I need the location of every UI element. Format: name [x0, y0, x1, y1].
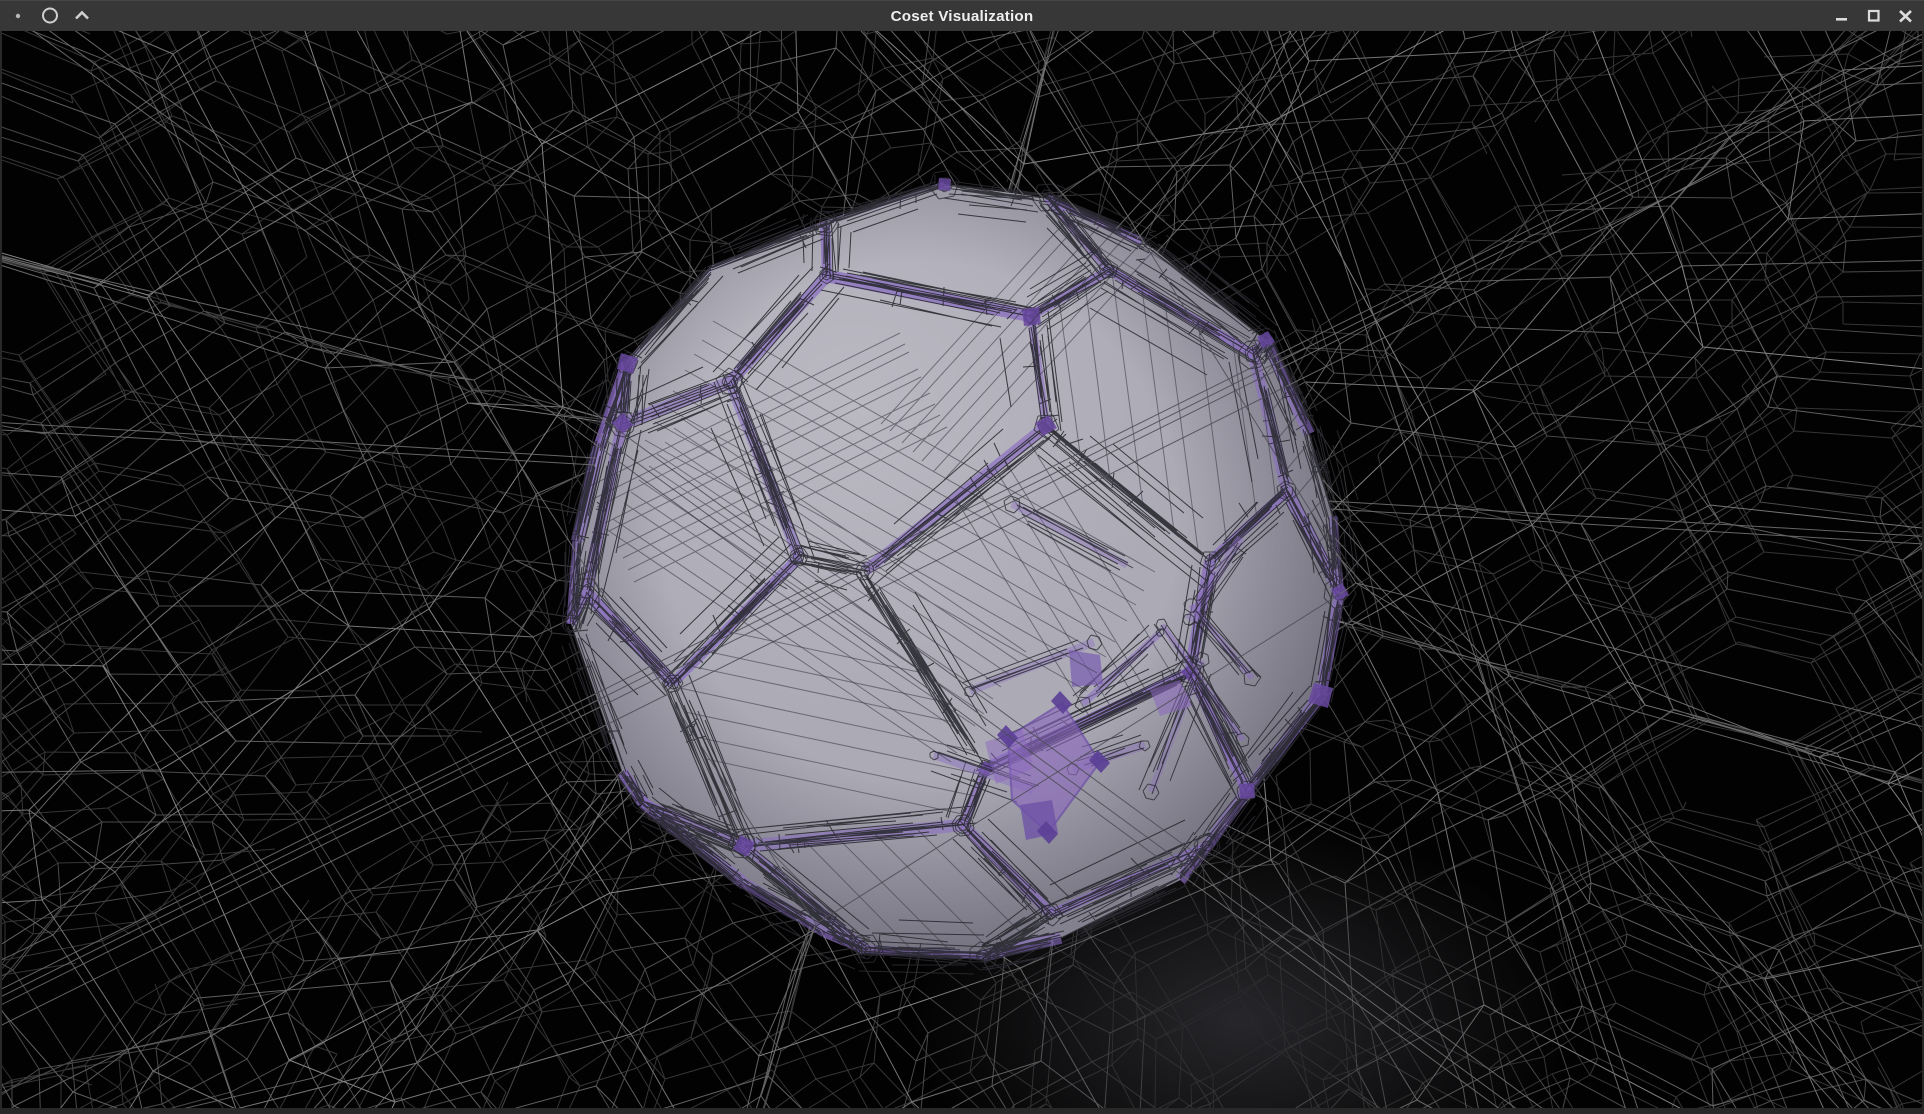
svg-text:Coset Visualization: Coset Visualization [891, 8, 1034, 25]
